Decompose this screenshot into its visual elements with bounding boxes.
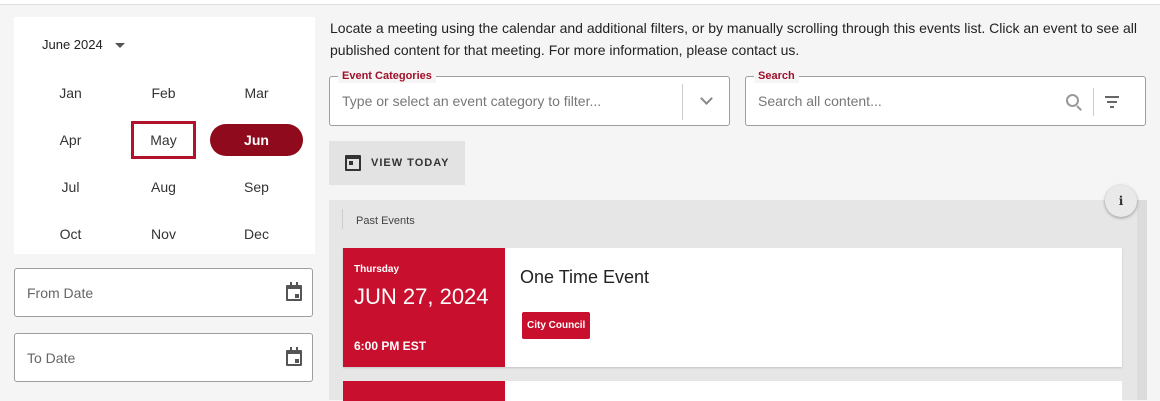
filter-icon[interactable] [1105, 96, 1119, 108]
top-border [0, 0, 1160, 5]
month-jul[interactable]: Jul [24, 163, 117, 210]
month-label: Jun [210, 123, 303, 156]
month-grid: Jan Feb Mar Apr May Jun Jul Aug Sep Oct … [24, 69, 304, 257]
view-today-label: VIEW TODAY [371, 157, 450, 169]
divider [1093, 88, 1094, 116]
past-events-label: Past Events [356, 215, 415, 227]
month-jun[interactable]: Jun [210, 116, 303, 163]
month-dec[interactable]: Dec [210, 210, 303, 257]
event-date-block: Thursday JUN 27, 2024 6:00 PM EST [343, 248, 505, 367]
to-date-field[interactable]: To Date [14, 333, 313, 382]
calendar-header-label: June 2024 [42, 37, 103, 52]
caret-down-icon [114, 43, 125, 48]
event-category-badge: City Council [522, 312, 591, 339]
event-categories-placeholder: Type or select an event category to filt… [342, 93, 602, 109]
month-label: May [131, 120, 196, 159]
intro-text: Locate a meeting using the calendar and … [330, 20, 1138, 58]
event-date-block [343, 381, 505, 401]
events-scrollbar[interactable] [1137, 200, 1147, 400]
from-date-field[interactable]: From Date [14, 268, 313, 317]
event-card[interactable]: Thursday JUN 27, 2024 6:00 PM EST One Ti… [343, 248, 1122, 367]
month-label: Dec [244, 225, 269, 242]
event-title[interactable]: One Time Event [520, 267, 649, 288]
search-placeholder: Search all content... [758, 93, 882, 109]
year-selector[interactable]: June 2024 [42, 37, 125, 52]
month-may[interactable]: May [117, 116, 210, 163]
month-label: Apr [59, 131, 82, 148]
search-icon[interactable] [1066, 94, 1079, 107]
event-time: 6:00 PM EST [354, 339, 427, 353]
month-oct[interactable]: Oct [24, 210, 117, 257]
info-button[interactable]: i [1105, 185, 1137, 217]
search-label: Search [754, 69, 799, 83]
month-jan[interactable]: Jan [24, 69, 117, 116]
divider [342, 209, 343, 229]
month-sep[interactable]: Sep [210, 163, 303, 210]
month-label: Jul [61, 178, 80, 195]
month-label: Mar [244, 84, 269, 101]
month-calendar: June 2024 Jan Feb Mar Apr May Jun Jul Au… [14, 17, 315, 254]
divider [682, 84, 683, 120]
event-card[interactable] [343, 381, 1122, 401]
info-icon: i [1118, 194, 1124, 208]
event-categories-label: Event Categories [338, 69, 436, 83]
chevron-down-icon[interactable] [700, 92, 713, 105]
month-label: Nov [151, 225, 176, 242]
month-label: Sep [244, 178, 269, 195]
search-field[interactable]: Search Search all content... [745, 69, 1146, 126]
month-label: Feb [151, 84, 176, 101]
month-label: Aug [151, 178, 176, 195]
month-feb[interactable]: Feb [117, 69, 210, 116]
to-date-placeholder: To Date [27, 349, 76, 366]
calendar-today-icon [345, 155, 361, 171]
month-label: Oct [59, 225, 82, 242]
month-mar[interactable]: Mar [210, 69, 303, 116]
event-date: JUN 27, 2024 [354, 284, 489, 309]
calendar-icon[interactable] [286, 346, 302, 366]
event-categories-field[interactable]: Event Categories Type or select an event… [329, 69, 730, 126]
from-date-placeholder: From Date [27, 284, 94, 301]
view-today-button[interactable]: VIEW TODAY [329, 141, 465, 185]
month-nov[interactable]: Nov [117, 210, 210, 257]
event-weekday: Thursday [354, 264, 400, 275]
month-aug[interactable]: Aug [117, 163, 210, 210]
month-apr[interactable]: Apr [24, 116, 117, 163]
month-label: Jan [59, 84, 82, 101]
calendar-icon[interactable] [286, 281, 302, 301]
